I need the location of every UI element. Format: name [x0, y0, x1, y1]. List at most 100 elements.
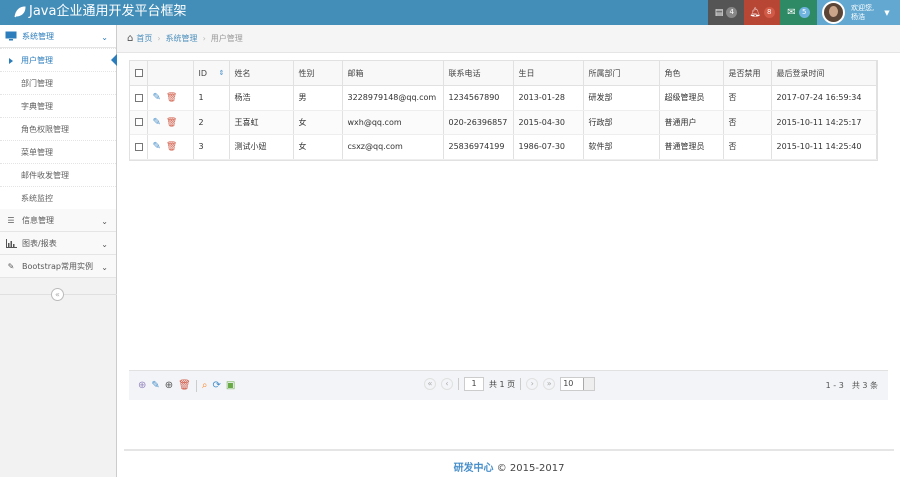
cell-department: 行政部 [583, 110, 660, 135]
pencil-icon[interactable]: ✎ [153, 141, 161, 152]
next-page-button[interactable]: › [526, 378, 539, 390]
chevron-down-icon: ⌄ [101, 217, 108, 226]
column-header[interactable]: ID ⇕ [193, 61, 230, 86]
user-greeting: 欢迎您, [851, 3, 875, 12]
select-all-checkbox[interactable] [135, 69, 143, 77]
trash-icon[interactable]: 🗑︎ [166, 142, 177, 152]
pager-divider [520, 378, 522, 390]
prev-page-button[interactable]: ‹ [441, 378, 453, 390]
sidebar: 系统管理 ⌄ 用户管理 部门管理 字典管理 角色权限管理 菜单管理 邮件收发管理… [0, 25, 117, 477]
cell-name: 测试小妞 [229, 134, 294, 160]
table-header-row: ID ⇕ 姓名 性别 邮箱 联系电话 生日 所属部门 角色 是否禁用 最后登录时间 [130, 61, 877, 86]
cell-phone: 1234567890 [443, 85, 514, 111]
column-header[interactable]: 最后登录时间 [771, 61, 877, 86]
total-pages-label: 共 1 页 [489, 379, 516, 389]
pager-record-info: 1 - 3 共 3 条 [825, 381, 878, 390]
sidebar-item-system-monitor[interactable]: 系统监控 [0, 186, 116, 209]
column-header[interactable]: 所属部门 [583, 61, 660, 86]
sidebar-item-department-management[interactable]: 部门管理 [0, 71, 116, 94]
sidebar-item-mail-management[interactable]: 邮件收发管理 [0, 163, 116, 186]
row-checkbox[interactable] [135, 93, 143, 102]
cell-last-login: 2017-07-24 16:59:34 [771, 85, 877, 111]
cell-birthday: 2013-01-28 [513, 85, 584, 111]
row-checkbox[interactable] [135, 118, 143, 127]
cell-gender: 女 [293, 110, 343, 135]
page-number-input[interactable]: 1 [464, 377, 484, 391]
bell-icon: 🔔︎ [749, 7, 761, 18]
tasks-button[interactable]: ▤ 4 [708, 0, 744, 25]
cell-role: 普通管理员 [659, 134, 724, 160]
table-row[interactable]: ✎ 🗑︎ 2 王喜虹 女 wxh@qq.com 020-26396857 2015… [130, 110, 877, 135]
pencil-icon[interactable]: ✎ [151, 380, 159, 391]
pager-divider [458, 378, 459, 390]
row-checkbox[interactable] [135, 142, 143, 151]
edit-icon: ✎ [7, 261, 15, 271]
brand[interactable]: Java企业通用开发平台框架 [14, 4, 186, 20]
footer: 研发中心 © 2015-2017 [124, 449, 894, 474]
actions-header [147, 61, 194, 86]
leaf-icon [14, 6, 26, 18]
pencil-icon[interactable]: ✎ [153, 117, 161, 128]
sidebar-menu-label: Bootstrap常用实例 [22, 261, 93, 271]
column-header[interactable]: 是否禁用 [723, 61, 772, 86]
export-excel-icon[interactable]: ▣ [226, 380, 235, 391]
sidebar-menu-system[interactable]: 系统管理 ⌄ [0, 25, 116, 48]
caret-down-icon: ▼ [884, 8, 890, 17]
cell-role: 普通用户 [659, 110, 724, 135]
add-circle-icon[interactable]: ⊕ [138, 380, 146, 391]
breadcrumb-separator: › [157, 34, 161, 43]
sidebar-menu-label: 系统管理 [22, 31, 54, 41]
cell-id: 3 [193, 134, 230, 160]
table-row[interactable]: ✎ 🗑︎ 1 杨浩 男 3228979148@qq.com 1234567890 … [130, 85, 877, 111]
sidebar-collapse-button[interactable]: « [51, 288, 64, 301]
sidebar-item-dictionary-management[interactable]: 字典管理 [0, 94, 116, 117]
column-header[interactable]: 姓名 [229, 61, 294, 86]
trash-icon[interactable]: 🗑︎ [166, 118, 177, 128]
sidebar-menu-bootstrap[interactable]: ✎ Bootstrap常用实例 ⌄ [0, 255, 116, 278]
breadcrumb-home[interactable]: 首页 [136, 33, 152, 44]
cell-last-login: 2015-10-11 14:25:17 [771, 110, 877, 135]
cell-disabled: 否 [723, 110, 772, 135]
sidebar-item-user-management[interactable]: 用户管理 [0, 48, 117, 71]
cell-birthday: 1986-07-30 [513, 134, 584, 160]
zoom-in-icon[interactable]: ⊕ [165, 380, 173, 391]
column-header[interactable]: 生日 [513, 61, 584, 86]
page-size-select[interactable]: 10 [560, 377, 596, 391]
app-title: Java企业通用开发平台框架 [29, 4, 187, 19]
avatar [822, 1, 845, 24]
sidebar-menu-charts[interactable]: 图表/报表 ⌄ [0, 232, 116, 255]
last-page-button[interactable]: » [543, 378, 556, 390]
trash-icon[interactable]: 🗑︎ [178, 380, 191, 391]
pencil-icon[interactable]: ✎ [153, 92, 161, 103]
trash-icon[interactable]: 🗑︎ [166, 93, 177, 103]
row-select-cell [130, 134, 148, 160]
row-actions: ✎ 🗑︎ [147, 134, 194, 160]
sidebar-item-menu-management[interactable]: 菜单管理 [0, 140, 116, 163]
cell-name: 王喜虹 [229, 110, 294, 135]
top-navbar: Java企业通用开发平台框架 ▤ 4 🔔︎ 8 ✉ 5 欢迎您, 杨浩 ▼ [0, 0, 900, 25]
sidebar-item-role-permission-management[interactable]: 角色权限管理 [0, 117, 116, 140]
column-header[interactable]: 邮箱 [342, 61, 444, 86]
row-select-cell [130, 110, 148, 135]
first-page-button[interactable]: « [424, 378, 436, 390]
cell-last-login: 2015-10-11 14:25:40 [771, 134, 877, 160]
notifications-button[interactable]: 🔔︎ 8 [744, 0, 780, 25]
sidebar-menu-info[interactable]: ☰ 信息管理 ⌄ [0, 209, 116, 232]
column-header[interactable]: 性别 [293, 61, 343, 86]
search-icon[interactable]: ⌕ [202, 380, 208, 391]
cell-email: wxh@qq.com [342, 110, 444, 135]
chevron-down-icon: ⌄ [101, 263, 108, 272]
cell-disabled: 否 [723, 85, 772, 111]
column-header[interactable]: 角色 [659, 61, 724, 86]
user-menu[interactable]: 欢迎您, 杨浩 ▼ [817, 0, 900, 25]
messages-button[interactable]: ✉ 5 [780, 0, 817, 25]
breadcrumb-section[interactable]: 系统管理 [166, 33, 198, 44]
tasks-count-badge: 4 [726, 7, 738, 18]
cell-id: 2 [193, 110, 230, 135]
main-content: ID ⇕ 姓名 性别 邮箱 联系电话 生日 所属部门 角色 是否禁用 最后登录时间… [117, 53, 900, 477]
breadcrumb-current: 用户管理 [210, 34, 243, 43]
refresh-icon[interactable]: ⟳ [212, 380, 220, 391]
column-header[interactable]: 联系电话 [443, 61, 514, 86]
table-row[interactable]: ✎ 🗑︎ 3 测试小妞 女 csxz@qq.com 25836974199 198… [130, 134, 877, 160]
row-actions: ✎ 🗑︎ [147, 85, 194, 111]
